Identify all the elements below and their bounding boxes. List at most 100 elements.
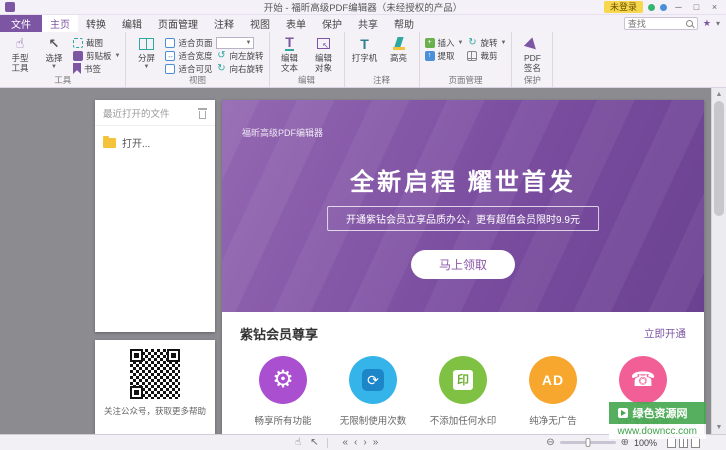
group-label: 工具	[54, 75, 72, 85]
highlight-button[interactable]: 高亮	[384, 35, 414, 63]
next-page-icon[interactable]: ›	[363, 437, 366, 448]
chevron-down-icon: ▼	[457, 39, 464, 46]
hand-tool-status-icon[interactable]: ☝	[295, 436, 301, 450]
clipboard-button[interactable]: 剪贴板 ▼	[73, 50, 120, 61]
group-label: 视图	[188, 75, 206, 85]
minimize-button[interactable]: ─	[672, 1, 685, 14]
scrollbar-thumb[interactable]	[714, 101, 724, 216]
claim-button[interactable]: 马上领取	[410, 250, 516, 279]
gear-icon: ⚙	[272, 366, 294, 393]
tab-share[interactable]: 共享	[350, 15, 386, 32]
tab-view[interactable]: 视图	[242, 15, 278, 32]
select-tool-status-icon[interactable]: ↖	[310, 436, 318, 450]
button-label: 选择	[45, 53, 63, 63]
group-label: 保护	[523, 75, 541, 85]
search-input[interactable]	[627, 18, 686, 29]
rotate-page-icon: ↻	[468, 36, 477, 48]
button-label: 裁剪	[480, 50, 498, 61]
button-label: 剪贴板	[86, 50, 112, 61]
theme-blue-icon[interactable]	[660, 3, 667, 11]
counter-icon: ⟳	[362, 369, 384, 391]
search-icon[interactable]	[685, 20, 693, 27]
edit-text-button[interactable]: T 编辑文本	[275, 35, 305, 73]
button-label: 手型工具	[11, 53, 29, 74]
crop-page-button[interactable]: 裁剪	[467, 50, 506, 61]
tab-comment[interactable]: 注释	[206, 15, 242, 32]
button-label: 适合可见	[178, 63, 213, 74]
zoom-combobox[interactable]: ▼	[216, 36, 255, 49]
fit-width-button[interactable]: ↔ 适合宽度	[165, 50, 212, 61]
extract-page-icon: ↑	[424, 50, 435, 61]
edit-object-icon	[317, 38, 330, 50]
watermark-logo-icon	[617, 408, 628, 418]
tab-home[interactable]: 主页	[42, 15, 78, 32]
close-button[interactable]: ×	[708, 1, 721, 14]
button-label: 书签	[84, 63, 102, 74]
fit-page-button[interactable]: 适合页面	[165, 37, 212, 48]
ribbon-group-view: 分屏 ▼ 适合页面 ↔ 适合宽度 适合可见 ▼ ↺ 向左旋转 ↻ 向右旋转 视图	[126, 32, 270, 87]
edit-text-icon: T	[285, 34, 294, 51]
snapshot-button[interactable]: 截图	[73, 37, 120, 48]
vertical-scrollbar[interactable]: ▲ ▼	[711, 88, 726, 434]
tab-file[interactable]: 文件	[0, 15, 42, 32]
hand-icon: ☝	[15, 35, 25, 51]
typewriter-icon: T	[360, 35, 369, 52]
first-page-icon[interactable]: «	[342, 437, 348, 448]
collapse-ribbon-icon[interactable]: ▾	[716, 19, 720, 28]
fit-visible-icon	[165, 63, 176, 74]
bookmark-button[interactable]: 书签	[73, 63, 120, 74]
start-page: 福昕高级PDF编辑器 全新启程 耀世首发 开通紫钻会员立享品质办公，更有超值会员…	[222, 100, 704, 434]
tab-protect[interactable]: 保护	[314, 15, 350, 32]
ribbon-group-tools: ☝ 手型工具 ↖ 选择 ▼ 截图 剪贴板 ▼ 书签 工具	[0, 32, 127, 87]
zoom-out-icon[interactable]: ⊖	[546, 436, 554, 450]
banner-product-label: 福昕高级PDF编辑器	[242, 128, 324, 138]
qr-caption: 关注公众号，获取更多帮助	[103, 406, 206, 416]
pdf-sign-icon	[524, 36, 541, 54]
theme-green-icon[interactable]	[648, 3, 655, 11]
tab-help[interactable]: 帮助	[386, 15, 422, 32]
no-ads-icon: AD	[541, 372, 565, 388]
hand-tool-button[interactable]: ☝ 手型工具	[5, 35, 35, 73]
rotate-left-button[interactable]: ↺ 向左旋转	[216, 50, 263, 61]
tab-convert[interactable]: 转换	[78, 15, 114, 32]
login-button[interactable]: 未登录	[603, 1, 643, 13]
split-view-icon	[138, 37, 154, 50]
extract-page-button[interactable]: ↑ 提取	[424, 50, 464, 61]
split-view-button[interactable]: 分屏 ▼	[131, 35, 161, 70]
select-button[interactable]: ↖ 选择 ▼	[39, 35, 69, 71]
zoom-level: 100%	[633, 437, 657, 448]
open-file-button[interactable]: 打开...	[95, 126, 215, 159]
banner-subline: 开通紫钻会员立享品质办公，更有超值会员限时9.9元	[327, 206, 599, 231]
zoom-slider-thumb[interactable]	[585, 438, 591, 447]
pdf-sign-button[interactable]: PDF签名	[517, 35, 547, 73]
typewriter-button[interactable]: T 打字机	[350, 35, 380, 64]
fit-visible-button[interactable]: 适合可见	[165, 63, 212, 74]
folder-icon	[103, 135, 116, 148]
recent-files-panel: 最近打开的文件 打开...	[95, 100, 215, 332]
maximize-button[interactable]: □	[690, 1, 703, 14]
clear-recent-icon[interactable]	[198, 107, 207, 119]
button-label: 插入	[437, 37, 455, 48]
ribbon-group-edit: T 编辑文本 编辑对象 编辑	[270, 32, 345, 87]
tab-page-manage[interactable]: 页面管理	[150, 15, 206, 32]
rotate-page-button[interactable]: ↻ 旋转 ▼	[467, 37, 506, 48]
insert-page-icon: +	[424, 37, 435, 48]
edit-object-button[interactable]: 编辑对象	[309, 35, 339, 73]
main-area: 最近打开的文件 打开... 关注公众号，获取更多帮助 福昕高级PDF编辑器 全新…	[0, 88, 726, 434]
scroll-down-icon[interactable]: ▼	[712, 421, 726, 434]
tools-shortcut-icon[interactable]: ★	[703, 18, 711, 29]
insert-page-button[interactable]: + 插入 ▼	[424, 37, 464, 48]
headset-icon: ☎	[630, 369, 656, 391]
promo-banner: 福昕高级PDF编辑器 全新启程 耀世首发 开通紫钻会员立享品质办公，更有超值会员…	[222, 100, 704, 312]
last-page-icon[interactable]: »	[373, 437, 379, 448]
tab-edit[interactable]: 编辑	[114, 15, 150, 32]
rotate-right-button[interactable]: ↻ 向右旋转	[216, 63, 263, 74]
zoom-slider[interactable]	[559, 438, 616, 447]
previous-page-icon[interactable]: ‹	[354, 437, 357, 448]
feature-all-functions: ⚙ 畅享所有功能	[240, 356, 326, 427]
activate-now-link[interactable]: 立即开通	[644, 326, 686, 341]
ribbon-group-protect: PDF签名 保护	[512, 32, 554, 87]
tab-form[interactable]: 表单	[278, 15, 314, 32]
rotate-right-icon: ↻	[217, 62, 226, 74]
scroll-up-icon[interactable]: ▲	[712, 88, 726, 101]
